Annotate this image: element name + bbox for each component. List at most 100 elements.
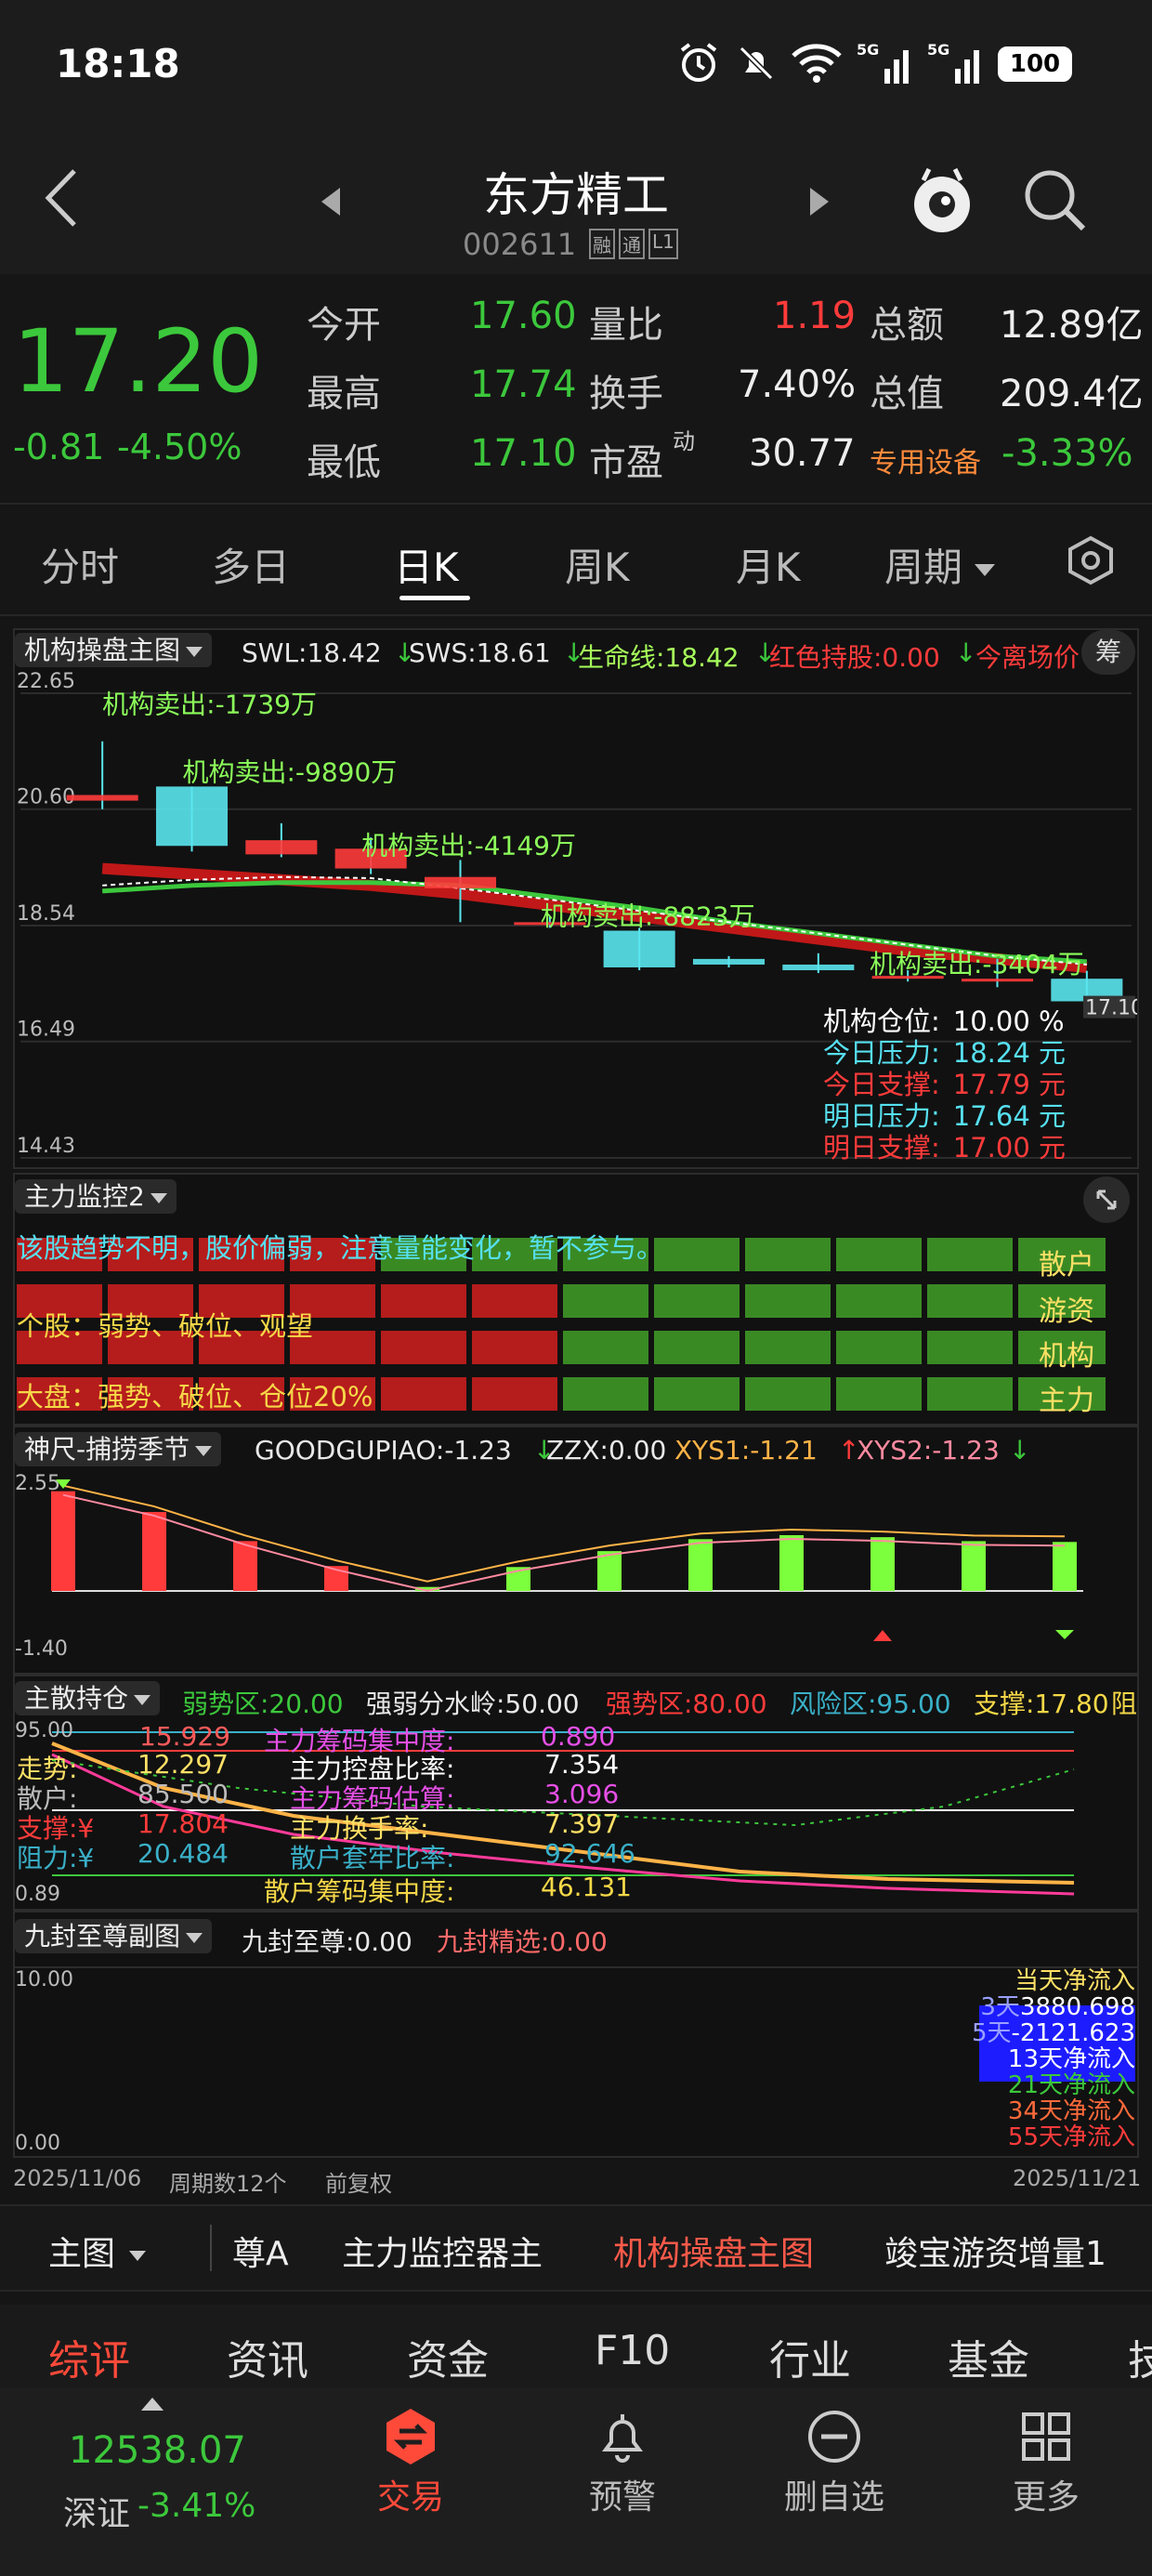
chevron-down-icon <box>186 1932 203 1943</box>
mascot-icon[interactable] <box>910 164 974 238</box>
candle-body[interactable] <box>692 958 766 965</box>
candle-body[interactable] <box>424 876 497 888</box>
net-inflow-row: 3天3880.698 <box>935 1994 1135 2020</box>
main-chart-selector[interactable]: 主图 <box>48 2227 147 2275</box>
tab-monthly-k[interactable]: 月K <box>736 536 801 593</box>
tab-intraday[interactable]: 分时 <box>41 536 119 593</box>
monitor-cell <box>927 1331 1013 1364</box>
indicator-zun-a[interactable]: 尊A <box>232 2227 289 2275</box>
tab-weekly-k[interactable]: 周K <box>565 536 630 593</box>
pe-dynamic-mark: 动 <box>673 428 695 454</box>
holdings-panel: 主散持仓 弱势区:20.00 强弱分水岭:50.00 强势区:80.00 风险区… <box>13 1675 1139 1911</box>
back-icon[interactable] <box>41 167 82 229</box>
monitor-cell <box>563 1377 648 1411</box>
signal-icon: 5G <box>857 41 914 85</box>
monitor-dropdown[interactable]: 主力监控2 <box>15 1176 177 1214</box>
info-key: 今日支撑: <box>823 1069 940 1100</box>
weak-zone-value: 弱势区:20.00 <box>182 1689 344 1719</box>
nav-more[interactable]: 更多 <box>981 2407 1111 2518</box>
net-inflow-list: 当天净流入 3天3880.698 5天-2121.623 13天净流入 21天净流入 34… <box>935 1968 1135 2150</box>
tab-daily-k[interactable]: 日K <box>394 536 459 593</box>
sell-annotation: 机构卖出:-8823万 <box>541 900 755 931</box>
net-inflow-row: 当天净流入 <box>935 1968 1135 1994</box>
candle-body[interactable] <box>66 795 138 801</box>
tab-fund[interactable]: 基金 <box>948 2327 1029 2386</box>
settings-hex-icon[interactable] <box>1065 534 1117 586</box>
histogram-bar[interactable] <box>962 1541 986 1591</box>
candle-body[interactable] <box>782 964 855 971</box>
index-value[interactable]: 12538.07 <box>69 2429 246 2472</box>
info-value: 10.00 % <box>952 1005 1065 1037</box>
jiufeng-dropdown[interactable]: 九封至尊副图 <box>15 1916 213 1953</box>
net-inflow-row: 5天-2121.623 <box>935 2020 1135 2046</box>
monitor-cell <box>927 1377 1013 1411</box>
remove-circle-icon <box>808 2411 860 2463</box>
jiufeng-panel: 九封至尊副图 九封至尊:0.00 九封精选:0.00 10.00 0.00 当天… <box>13 1911 1139 2158</box>
monitor-label-hot-money: 游资 <box>1039 1295 1094 1328</box>
holdings-dropdown[interactable]: 主散持仓 <box>15 1678 161 1715</box>
indicator-institution[interactable]: 机构操盘主图 <box>613 2227 814 2275</box>
chevron-down-icon <box>129 2250 147 2261</box>
low-label: 最低 <box>307 441 381 484</box>
holdings-top-value: 15.929 <box>139 1721 230 1752</box>
tab-overview[interactable]: 综评 <box>48 2327 130 2386</box>
expand-icon[interactable] <box>1083 1176 1130 1223</box>
turnover-rate-label: 换手 <box>589 373 663 415</box>
caret-up-icon <box>141 2398 164 2411</box>
nav-trade[interactable]: 交易 <box>346 2407 476 2518</box>
monitor-cell <box>745 1284 831 1318</box>
high-value: 17.74 <box>470 363 577 406</box>
histogram-bar[interactable] <box>779 1535 804 1591</box>
tab-industry[interactable]: 行业 <box>769 2327 851 2386</box>
shenchi-chart[interactable] <box>15 1427 1137 1673</box>
tab-multi-day[interactable]: 多日 <box>212 536 290 593</box>
candle-body[interactable] <box>603 930 675 968</box>
pe-label: 市盈 <box>589 441 663 484</box>
info-row: 明日压力: 17.64 元 <box>823 1100 1120 1132</box>
tab-f10[interactable]: F10 <box>595 2327 670 2374</box>
tab-period[interactable]: 周期 <box>884 536 996 593</box>
nav-remove-watch[interactable]: 删自选 <box>769 2407 899 2518</box>
candle-body[interactable] <box>245 840 318 855</box>
high-label: 最高 <box>307 373 381 415</box>
tab-capital[interactable]: 资金 <box>407 2327 489 2386</box>
retail-chip-label: 散户筹码集中度: <box>264 1876 455 1907</box>
tab-tech[interactable]: 技 <box>1128 2327 1152 2386</box>
net-inflow-label: 34天净流入 <box>1007 2097 1135 2125</box>
monitor-title: 主力监控2 <box>24 1181 145 1212</box>
histogram-bar[interactable] <box>871 1537 895 1591</box>
candle-body[interactable] <box>155 786 229 847</box>
search-icon[interactable] <box>1022 167 1087 232</box>
y-tick-label: 14.43 <box>17 1135 75 1158</box>
nav-trade-label: 交易 <box>376 2478 444 2517</box>
histogram-bar[interactable] <box>51 1491 75 1591</box>
period-tabs: 分时 多日 日K 周K 月K 周期 <box>0 506 1152 616</box>
jiufeng-value: 九封至尊:0.00 <box>242 1926 412 1957</box>
prev-stock-icon[interactable] <box>320 186 342 217</box>
badge-level: L1 <box>648 229 678 259</box>
sector-link[interactable]: 专用设备 <box>870 440 981 480</box>
monitor-cell <box>472 1284 557 1318</box>
net-inflow-row: 34天净流入 <box>935 2098 1135 2124</box>
tab-news[interactable]: 资讯 <box>227 2327 308 2386</box>
info-value: 18.24 元 <box>952 1037 1067 1069</box>
nav-alert-label: 预警 <box>588 2478 656 2517</box>
info-row: 明日支撑: 17.00 元 <box>823 1132 1120 1163</box>
price-change-pct: -4.50% <box>117 427 242 467</box>
net-inflow-label: 3天 <box>980 1993 1020 2021</box>
info-key: 机构仓位: <box>823 1005 940 1037</box>
index-change: -3.41% <box>137 2487 256 2525</box>
indicator-hot-money[interactable]: 竣宝游资增量1 <box>884 2227 1106 2275</box>
holdings-y-bottom: 0.89 <box>15 1883 60 1906</box>
page-title: 东方精工 <box>483 168 669 222</box>
histogram-bar[interactable] <box>142 1512 166 1591</box>
indicator-monitor[interactable]: 主力监控器主 <box>342 2227 543 2275</box>
nav-alert[interactable]: 预警 <box>557 2407 687 2518</box>
histogram-bar[interactable] <box>1053 1542 1077 1591</box>
bell-icon <box>602 2414 643 2463</box>
next-stock-icon[interactable] <box>808 186 831 217</box>
shenchi-panel: 神尺-捕捞季节 GOODGUPIAO:-1.23 ↓ ZZX:0.00 XYS1… <box>13 1426 1139 1675</box>
trade-icon <box>386 2409 435 2464</box>
histogram-bar[interactable] <box>688 1539 713 1591</box>
histogram-bar[interactable] <box>233 1541 257 1591</box>
